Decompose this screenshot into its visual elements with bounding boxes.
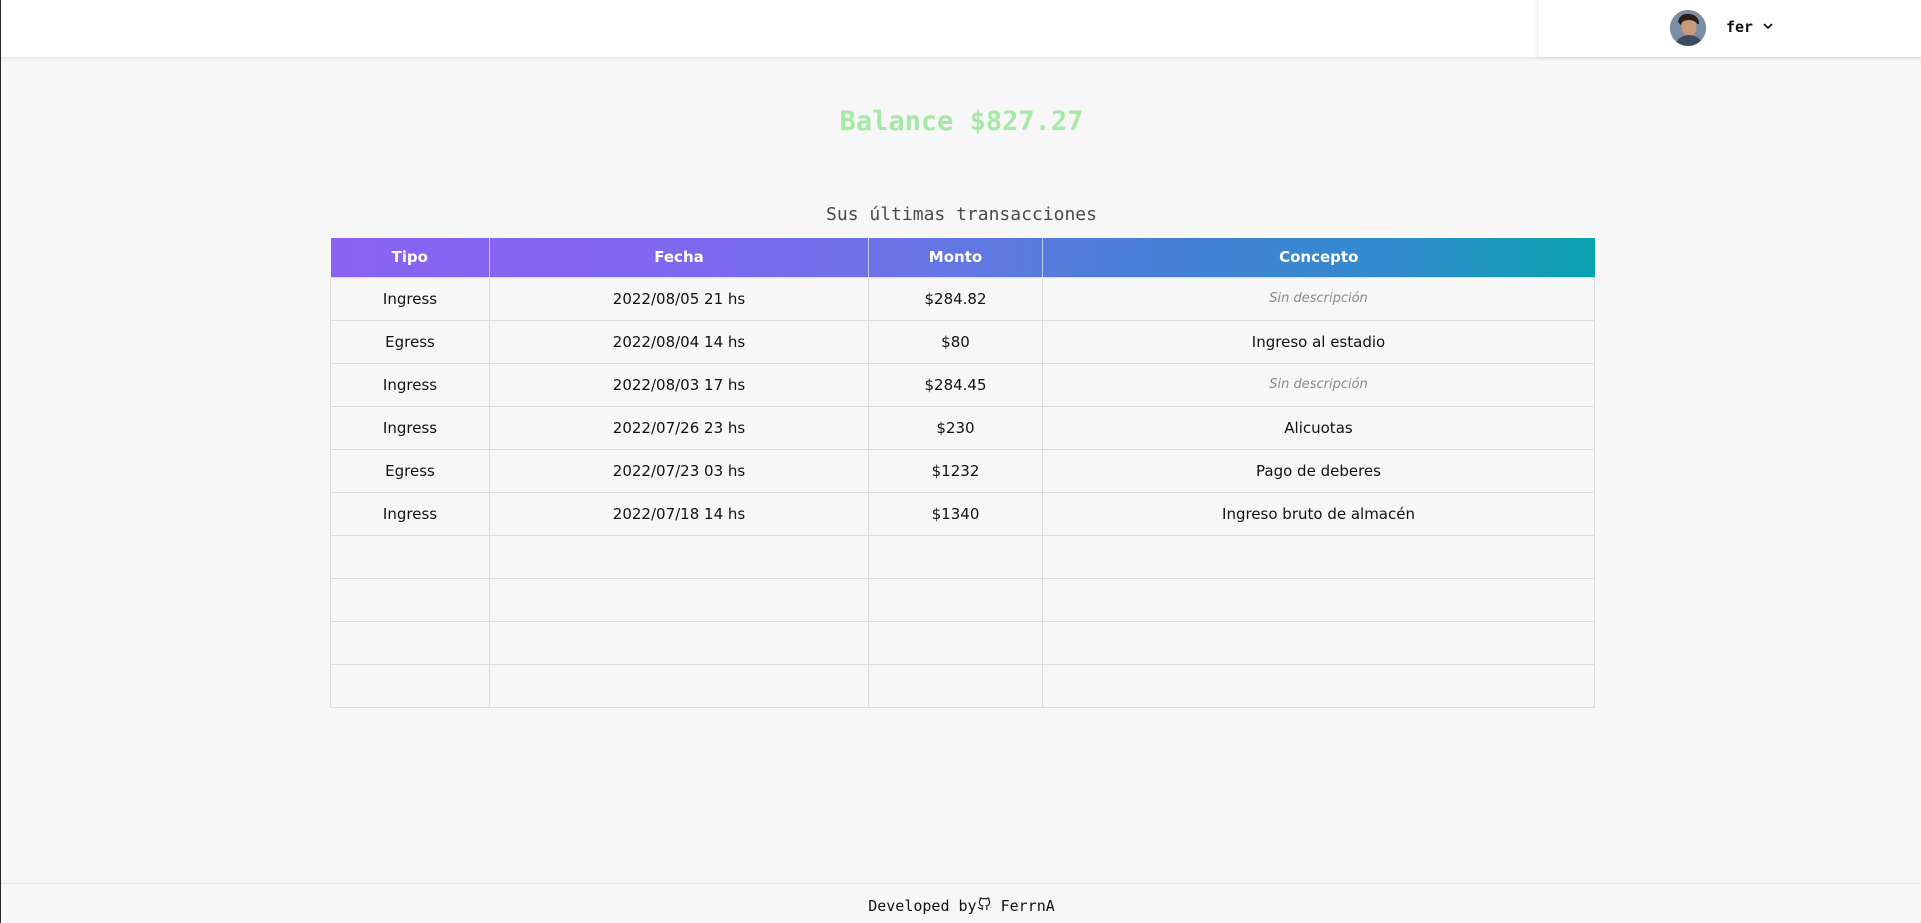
cell-concepto: Sin descripción <box>1042 276 1595 321</box>
empty-cell <box>868 663 1043 708</box>
empty-cell <box>1042 663 1595 708</box>
cell-concepto: Ingreso al estadio <box>1042 319 1595 364</box>
balance-heading: Balance $827.27 <box>839 106 1084 137</box>
table-row: Ingress 2022/07/26 23 hs $230 Alicuotas <box>330 405 1595 450</box>
empty-cell <box>489 534 869 579</box>
footer-author-link[interactable]: FerrnA <box>1001 897 1055 915</box>
cell-concepto: Pago de deberes <box>1042 448 1595 493</box>
empty-cell <box>489 620 869 665</box>
transactions-title: Sus últimas transacciones <box>826 204 1097 225</box>
cell-tipo: Ingress <box>330 362 490 407</box>
empty-cell <box>1042 577 1595 622</box>
empty-cell <box>489 577 869 622</box>
empty-table-row <box>330 620 1595 665</box>
table-row: Ingress 2022/07/18 14 hs $1340 Ingreso brut… <box>330 491 1595 536</box>
top-navbar: fer <box>1 0 1921 57</box>
cell-concepto: Ingreso bruto de almacén <box>1042 491 1595 536</box>
cell-fecha: 2022/07/26 23 hs <box>489 405 869 450</box>
user-menu[interactable]: fer <box>1537 0 1921 57</box>
cell-tipo: Egress <box>330 448 490 493</box>
cell-fecha: 2022/07/23 03 hs <box>489 448 869 493</box>
table-row: Ingress 2022/08/05 21 hs $284.82 Sin descri… <box>330 276 1595 321</box>
empty-cell <box>868 534 1043 579</box>
table-row: Egress 2022/07/23 03 hs $1232 Pago de deber… <box>330 448 1595 493</box>
table-header-row: Tipo Fecha Monto Concepto <box>330 238 1595 277</box>
cell-monto: $284.45 <box>868 362 1043 407</box>
cell-fecha: 2022/08/04 14 hs <box>489 319 869 364</box>
cell-monto: $1340 <box>868 491 1043 536</box>
cell-monto: $80 <box>868 319 1043 364</box>
column-header-tipo: Tipo <box>330 238 490 277</box>
cell-monto: $1232 <box>868 448 1043 493</box>
empty-cell <box>330 577 490 622</box>
column-header-monto: Monto <box>868 238 1043 277</box>
username[interactable]: fer <box>1726 18 1753 36</box>
cell-fecha: 2022/07/18 14 hs <box>489 491 869 536</box>
column-header-fecha: Fecha <box>489 238 869 277</box>
footer-credit-prefix: Developed by <box>868 897 977 915</box>
empty-cell <box>330 663 490 708</box>
transactions-table: Tipo Fecha Monto Concepto Ingress 2022/08… <box>330 238 1595 708</box>
cell-tipo: Ingress <box>330 491 490 536</box>
footer: Developed by FerrnA <box>1 883 1921 923</box>
github-icon[interactable] <box>977 897 992 912</box>
cell-tipo: Egress <box>330 319 490 364</box>
empty-table-row <box>330 663 1595 708</box>
cell-monto: $284.82 <box>868 276 1043 321</box>
empty-cell <box>1042 620 1595 665</box>
cell-fecha: 2022/08/03 17 hs <box>489 362 869 407</box>
empty-table-row <box>330 534 1595 579</box>
cell-tipo: Ingress <box>330 405 490 450</box>
empty-cell <box>330 534 490 579</box>
table-row: Ingress 2022/08/03 17 hs $284.45 Sin descri… <box>330 362 1595 407</box>
cell-concepto: Alicuotas <box>1042 405 1595 450</box>
cell-monto: $230 <box>868 405 1043 450</box>
table-row: Egress 2022/08/04 14 hs $80 Ingreso al esta… <box>330 319 1595 364</box>
empty-cell <box>489 663 869 708</box>
empty-cell <box>868 620 1043 665</box>
cell-fecha: 2022/08/05 21 hs <box>489 276 869 321</box>
empty-cell <box>868 577 1043 622</box>
cell-tipo: Ingress <box>330 276 490 321</box>
column-header-concepto: Concepto <box>1279 248 1359 267</box>
empty-table-row <box>330 577 1595 622</box>
chevron-down-icon[interactable] <box>1760 18 1776 34</box>
empty-cell <box>1042 534 1595 579</box>
cell-concepto: Sin descripción <box>1042 362 1595 407</box>
avatar[interactable] <box>1670 10 1706 46</box>
empty-cell <box>330 620 490 665</box>
